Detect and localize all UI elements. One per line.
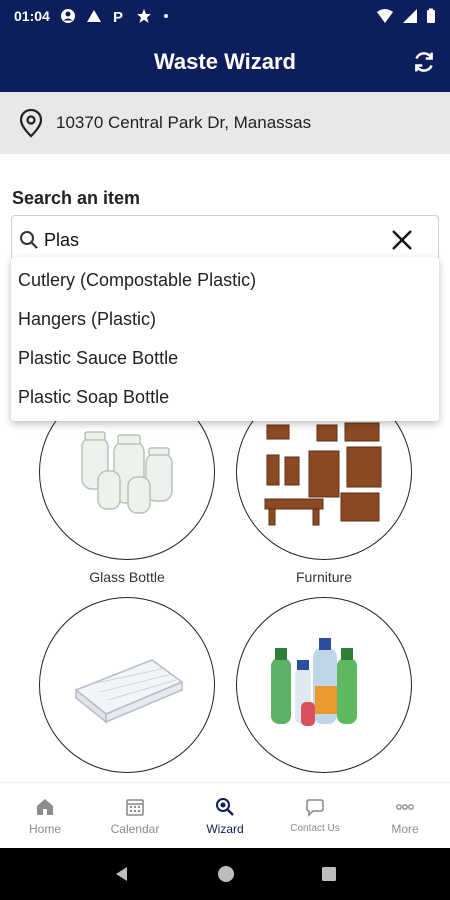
wifi-icon bbox=[377, 9, 393, 23]
calendar-icon bbox=[126, 798, 144, 816]
nav-label: More bbox=[391, 821, 419, 836]
plastic-bottles-image bbox=[271, 638, 357, 726]
suggestion-item[interactable]: Plastic Soap Bottle bbox=[11, 378, 439, 417]
address-bar[interactable]: 10370 Central Park Dr, Manassas bbox=[0, 92, 450, 154]
battery-icon bbox=[427, 8, 435, 23]
category-label: Furniture bbox=[295, 569, 353, 585]
status-time: 01:04 bbox=[14, 8, 50, 24]
app-bar: Waste Wizard bbox=[0, 32, 450, 92]
suggestion-item[interactable]: Hangers (Plastic) bbox=[11, 300, 439, 339]
svg-text:P: P bbox=[113, 9, 123, 24]
refresh-icon[interactable] bbox=[410, 48, 438, 76]
suggestion-dropdown: Cutlery (Compostable Plastic) Hangers (P… bbox=[11, 257, 439, 421]
system-nav-bar bbox=[0, 848, 450, 900]
bottom-nav: Home Calendar Wizard Contact Us More bbox=[0, 782, 450, 848]
search-label: Search an item bbox=[12, 188, 141, 208]
recents-icon[interactable] bbox=[320, 865, 338, 883]
warning-icon bbox=[86, 10, 101, 22]
suggestion-item[interactable]: Cutlery (Compostable Plastic) bbox=[11, 261, 439, 300]
search-value: Plas bbox=[44, 229, 80, 250]
clear-icon[interactable] bbox=[390, 228, 414, 252]
nav-home[interactable]: Home bbox=[0, 783, 90, 848]
home-button-icon[interactable] bbox=[215, 863, 237, 885]
nav-label: Calendar bbox=[110, 821, 160, 836]
search-icon bbox=[20, 231, 38, 249]
chat-icon bbox=[306, 799, 324, 817]
category-label: Glass Bottle bbox=[89, 569, 165, 585]
account-icon bbox=[60, 9, 75, 23]
star-icon bbox=[136, 9, 151, 23]
address-text: 10370 Central Park Dr, Manassas bbox=[56, 113, 312, 132]
back-icon[interactable] bbox=[112, 864, 132, 884]
suggestion-item[interactable]: Plastic Sauce Bottle bbox=[11, 339, 439, 378]
status-bar: 01:04 P bbox=[0, 0, 450, 32]
nav-label: Contact Us bbox=[290, 823, 340, 834]
location-pin-icon bbox=[19, 108, 43, 138]
app-title: Waste Wizard bbox=[153, 49, 296, 74]
category-plastic-bottles[interactable] bbox=[236, 597, 412, 773]
nav-wizard[interactable]: Wizard bbox=[180, 783, 270, 848]
parking-icon: P bbox=[113, 9, 123, 24]
signal-icon bbox=[403, 9, 417, 23]
dot-icon bbox=[163, 14, 168, 18]
home-icon bbox=[37, 798, 53, 815]
nav-contact-us[interactable]: Contact Us bbox=[270, 783, 360, 848]
more-icon bbox=[396, 803, 414, 810]
nav-label: Wizard bbox=[206, 821, 244, 836]
wizard-icon bbox=[216, 797, 234, 816]
mattress-image bbox=[74, 659, 184, 724]
category-mattress[interactable] bbox=[39, 597, 215, 773]
nav-more[interactable]: More bbox=[360, 783, 450, 848]
nav-label: Home bbox=[28, 821, 61, 836]
nav-calendar[interactable]: Calendar bbox=[90, 783, 180, 848]
